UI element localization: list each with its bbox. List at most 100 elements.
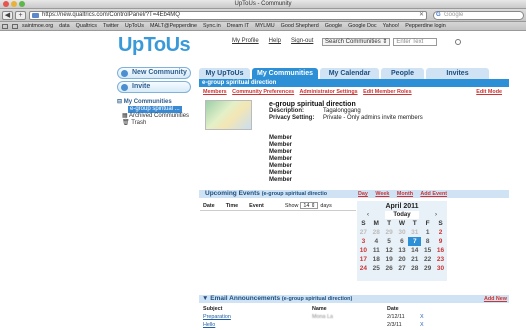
community-tree: ⊟ My Communities e-group spiritual ... ▦… (117, 99, 189, 127)
calendar-day[interactable]: 27 (357, 228, 370, 237)
calendar-day[interactable]: 23 (434, 255, 447, 264)
add-tab-icon[interactable]: + (15, 11, 26, 20)
email-subject-link[interactable]: Preparation (203, 314, 231, 320)
back-icon[interactable]: ◀ (2, 11, 13, 20)
calendar-day[interactable]: 28 (370, 228, 383, 237)
tree-item-archived[interactable]: ▦ Archived Communities (122, 113, 189, 120)
members-link[interactable]: Members (203, 89, 227, 95)
help-link[interactable]: Help (269, 38, 281, 44)
calendar-day[interactable]: 5 (383, 237, 396, 246)
month-view-link[interactable]: Month (397, 191, 413, 197)
site-search-input[interactable]: Enter Text (393, 38, 438, 46)
community-preferences-link[interactable]: Community Preferences (232, 89, 294, 95)
bookmark-item[interactable]: Good Shepherd (281, 23, 319, 29)
delete-email-link[interactable]: X (420, 322, 424, 328)
calendar-grid: S M T W T F S 27 28 29 30 31 1 2 3 4 5 6 7 8 9 10 11 12 1… (357, 219, 447, 273)
calendar-day[interactable]: 9 (434, 237, 447, 246)
tree-item-selected[interactable]: e-group spiritual ... (128, 106, 182, 113)
calendar-day[interactable]: 1 (421, 228, 434, 237)
my-profile-link[interactable]: My Profile (232, 38, 259, 44)
tree-item-trash[interactable]: 🗑 Trash (122, 120, 189, 127)
favicon-icon (32, 13, 39, 18)
invite-button[interactable]: Invite (117, 81, 191, 93)
events-list (200, 210, 356, 286)
edit-member-roles-link[interactable]: Edit Member Roles (363, 89, 412, 95)
calendar-day[interactable]: 8 (421, 237, 434, 246)
calendar-day[interactable]: 22 (421, 255, 434, 264)
calendar-day[interactable]: 28 (408, 264, 421, 273)
calendar-day[interactable]: 14 (408, 246, 421, 255)
tab-people[interactable]: People (381, 68, 424, 79)
days-select[interactable]: 14 ⇕ (300, 202, 319, 209)
bookmark-item[interactable]: MALT@Pepperdine (150, 23, 197, 29)
show-label: Show (284, 202, 299, 209)
administrator-settings-link[interactable]: Administrator Settings (300, 89, 358, 95)
new-community-button[interactable]: New Community (117, 67, 191, 79)
calendar-day[interactable]: 16 (434, 246, 447, 255)
email-subject-link[interactable]: Hello (203, 322, 215, 328)
add-new-link[interactable]: Add New (484, 295, 507, 303)
calendar-day[interactable]: 26 (383, 264, 396, 273)
col-date: Date (387, 306, 399, 312)
edit-mode-link[interactable]: Edit Mode (476, 89, 502, 95)
bookmark-item[interactable]: saintmoe.org (22, 23, 53, 29)
tab-invites[interactable]: Invites (426, 68, 489, 79)
calendar-day[interactable]: 24 (357, 264, 370, 273)
calendar-day[interactable]: 2 (434, 228, 447, 237)
bookmarks-book-icon[interactable] (2, 23, 8, 29)
days-value: 14 (303, 203, 310, 209)
calendar-day[interactable]: 25 (370, 264, 383, 273)
stop-icon[interactable]: ✕ (419, 12, 424, 19)
bookmark-item[interactable]: Sync.in (203, 23, 221, 29)
calendar-day[interactable]: 29 (421, 264, 434, 273)
bookmark-item[interactable]: Google Doc (348, 23, 376, 29)
site-logo[interactable]: UpToUs (118, 34, 191, 57)
bookmark-item[interactable]: Qualtrics (76, 23, 97, 29)
search-icon[interactable] (455, 39, 462, 45)
calendar-day[interactable]: 20 (396, 255, 409, 264)
bookmark-item[interactable]: Google (325, 23, 342, 29)
calendar-day[interactable]: 11 (370, 246, 383, 255)
next-month-icon[interactable]: › (435, 211, 437, 219)
week-view-link[interactable]: Week (375, 191, 389, 197)
prev-month-icon[interactable]: ‹ (367, 211, 369, 219)
tab-my-calendar[interactable]: My Calendar (320, 68, 379, 79)
bookmark-item[interactable]: Twitter (103, 23, 119, 29)
calendar-day[interactable]: 15 (421, 246, 434, 255)
top-sites-icon[interactable] (12, 23, 18, 29)
search-scope-select[interactable]: Search Communities ⇕ (322, 38, 391, 46)
calendar-day[interactable]: 6 (396, 237, 409, 246)
calendar-day[interactable]: 18 (370, 255, 383, 264)
add-event-link[interactable]: Add Event (420, 191, 447, 197)
bookmark-item[interactable]: Pepperdine login (405, 23, 445, 29)
calendar-day[interactable]: 30 (434, 264, 447, 273)
tree-root-my-communities[interactable]: ⊟ My Communities (117, 99, 189, 106)
calendar-day[interactable]: 17 (357, 255, 370, 264)
calendar-day[interactable]: 3 (357, 237, 370, 246)
calendar-day[interactable]: 30 (396, 228, 409, 237)
calendar-day[interactable]: 4 (370, 237, 383, 246)
tab-my-uptous[interactable]: My UpToUs (199, 68, 250, 79)
delete-email-link[interactable]: X (420, 314, 424, 320)
calendar-day[interactable]: 12 (383, 246, 396, 255)
calendar-day[interactable]: 21 (408, 255, 421, 264)
member-row: Member (269, 163, 293, 169)
calendar-day[interactable]: 19 (383, 255, 396, 264)
day-view-link[interactable]: Day (358, 191, 368, 197)
calendar-day[interactable]: 7 (408, 237, 422, 246)
sign-out-link[interactable]: Sign-out (291, 38, 313, 44)
address-bar[interactable]: https://new.qualtrics.com/ControlPanel/?… (29, 11, 427, 20)
tab-my-communities[interactable]: My Communities (252, 68, 318, 79)
browser-search-input[interactable]: G Google (433, 11, 524, 20)
bookmark-item[interactable]: MYLMU (255, 23, 274, 29)
today-button[interactable]: Today (385, 211, 419, 219)
bookmark-item[interactable]: Yahoo! (383, 23, 400, 29)
calendar-day[interactable]: 29 (383, 228, 396, 237)
calendar-day[interactable]: 31 (408, 228, 421, 237)
bookmark-item[interactable]: UpToUs (125, 23, 144, 29)
calendar-day[interactable]: 13 (396, 246, 409, 255)
bookmark-item[interactable]: data (59, 23, 70, 29)
bookmark-item[interactable]: Dream IT (227, 23, 249, 29)
calendar-day[interactable]: 27 (396, 264, 409, 273)
calendar-day[interactable]: 10 (357, 246, 370, 255)
